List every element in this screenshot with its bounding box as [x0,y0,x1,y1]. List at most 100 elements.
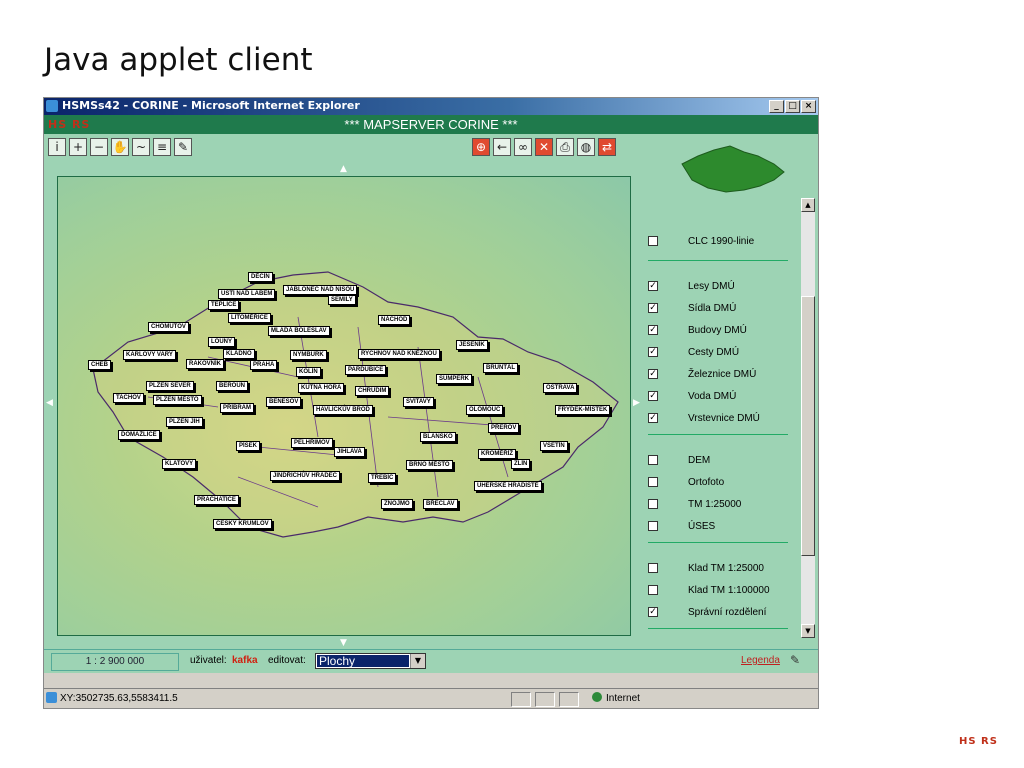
close-button[interactable]: × [801,100,816,113]
pencil-icon[interactable]: ✎ [174,138,192,156]
city-label: ČESKÝ KRUMLOV [213,519,272,529]
city-label: PÍSEK [236,441,261,451]
city-label: RAKOVNÍK [186,359,225,369]
city-label: PARDUBICE [345,365,387,375]
back-arrow-icon[interactable]: ← [493,138,511,156]
city-label: KLATOVY [162,459,197,469]
layer-item[interactable]: ✓ Voda DMÚ [648,389,736,403]
layer-item[interactable]: ✓ Správní rozdělení [648,605,766,619]
layer-label: Klad TM 1:100000 [688,584,770,596]
profile-icon[interactable]: ~ [132,138,150,156]
layer-checkbox[interactable] [648,521,658,531]
layer-checkbox[interactable]: ✓ [648,281,658,291]
layer-checkbox[interactable]: ✓ [648,369,658,379]
layer-checkbox[interactable]: ✓ [648,391,658,401]
city-label: SEMILY [328,295,356,305]
zoom-in-icon[interactable]: + [69,138,87,156]
delete-icon[interactable]: ✕ [535,138,553,156]
window-titlebar[interactable]: HSMSs42 - CORINE - Microsoft Internet Ex… [44,98,818,115]
layer-label: Budovy DMÚ [688,324,747,336]
edit-mode-select[interactable]: Plochy ▼ [315,653,426,669]
layer-checkbox[interactable] [648,455,658,465]
layer-label: DEM [688,454,711,466]
layer-checkbox[interactable] [648,499,658,509]
city-label: PELHŘIMOV [291,438,333,448]
user-label: uživatel: [190,655,227,666]
map-toolbar: i + − ✋ ~ ≡ ✎ ⊕ ← ∞ ✕ ⎙ ◍ ⇄ [44,134,643,164]
scroll-up-icon[interactable]: ▲ [801,198,815,212]
layer-checkbox[interactable] [648,585,658,595]
layer-checkbox[interactable]: ✓ [648,325,658,335]
browser-window: HSMSs42 - CORINE - Microsoft Internet Ex… [43,97,819,709]
layer-checkbox[interactable]: ✓ [648,413,658,423]
target-icon[interactable]: ⊕ [472,138,490,156]
city-label: UHERSKÉ HRADIŠTĚ [474,481,542,491]
layer-item[interactable]: ✓ Cesty DMÚ [648,345,739,359]
layer-group-divider [648,628,788,629]
city-label: CHEB [88,360,112,370]
window-title: HSMSs42 - CORINE - Microsoft Internet Ex… [62,99,360,112]
info-icon[interactable]: i [48,138,66,156]
layer-label: TM 1:25000 [688,498,742,510]
layer-item[interactable]: ✓ Sídla DMÚ [648,301,736,315]
city-label: LOUNY [208,337,235,347]
layer-item[interactable]: ✓ Budovy DMÚ [648,323,747,337]
city-label: ŠUMPERK [436,374,473,384]
layer-label: Cesty DMÚ [688,346,740,358]
status-pane [535,692,555,707]
city-label: TACHOV [113,393,144,403]
city-label: TEPLICE [208,300,240,310]
print-icon[interactable]: ⎙ [556,138,574,156]
globe-icon[interactable]: ◍ [577,138,595,156]
layer-item[interactable]: ✓ Vrstevnice DMÚ [648,411,760,425]
pan-west-icon[interactable]: ◀ [46,398,53,408]
scroll-thumb[interactable] [801,296,815,556]
scroll-down-icon[interactable]: ▼ [801,624,815,638]
zoom-out-icon[interactable]: − [90,138,108,156]
layer-item[interactable]: ✓ Lesy DMÚ [648,279,735,293]
refresh-icon[interactable]: ⇄ [598,138,616,156]
layer-item[interactable]: Klad TM 1:25000 [648,561,764,575]
slide-title: Java applet client [44,42,313,78]
layer-item[interactable]: ÚSES [648,519,715,533]
legend-link[interactable]: Legenda [741,655,780,666]
layer-item[interactable]: CLC 1990-linie [648,234,754,248]
layer-checkbox[interactable] [648,563,658,573]
layer-label: Sídla DMÚ [688,302,737,314]
minimize-button[interactable]: _ [769,100,784,113]
layer-checkbox[interactable]: ✓ [648,607,658,617]
layer-item[interactable]: Klad TM 1:100000 [648,583,770,597]
layer-group-divider [648,260,788,261]
legend-icon[interactable]: ✎ [790,653,804,667]
globe-icon [592,692,602,702]
layer-label: Ortofoto [688,476,725,488]
city-label: BŘECLAV [423,499,458,509]
chevron-down-icon[interactable]: ▼ [410,654,425,668]
layers-icon[interactable]: ≡ [153,138,171,156]
maximize-button[interactable]: □ [785,100,800,113]
layer-item[interactable]: DEM [648,453,710,467]
hsrs-footer-logo: HS RS [959,736,998,747]
layer-checkbox[interactable] [648,477,658,487]
city-label: PLZEŇ SEVER [146,381,194,391]
binoculars-icon[interactable]: ∞ [514,138,532,156]
pan-north-icon[interactable]: ▲ [340,164,347,174]
layer-item[interactable]: TM 1:25000 [648,497,741,511]
overview-map[interactable] [678,142,788,194]
pan-east-icon[interactable]: ▶ [633,398,640,408]
layer-checkbox[interactable] [648,236,658,246]
layer-label: Železnice DMÚ [688,368,757,380]
pan-hand-icon[interactable]: ✋ [111,138,129,156]
layer-scrollbar[interactable]: ▲ ▼ [801,198,815,638]
pan-south-icon[interactable]: ▼ [340,638,347,648]
status-pane [511,692,531,707]
layer-checkbox[interactable]: ✓ [648,303,658,313]
map-canvas[interactable]: DĚČÍN ÚSTÍ NAD LABEM JABLONEC NAD NISOU TEP… [57,176,631,636]
city-label: PRACHATICE [194,495,239,505]
zone-label: Internet [606,693,640,704]
layer-item[interactable]: Ortofoto [648,475,724,489]
layer-item[interactable]: ✓ Železnice DMÚ [648,367,756,381]
layer-checkbox[interactable]: ✓ [648,347,658,357]
coords-text: XY:3502735.63,5583411.5 [60,693,178,704]
city-label: BLANSKO [420,432,456,442]
